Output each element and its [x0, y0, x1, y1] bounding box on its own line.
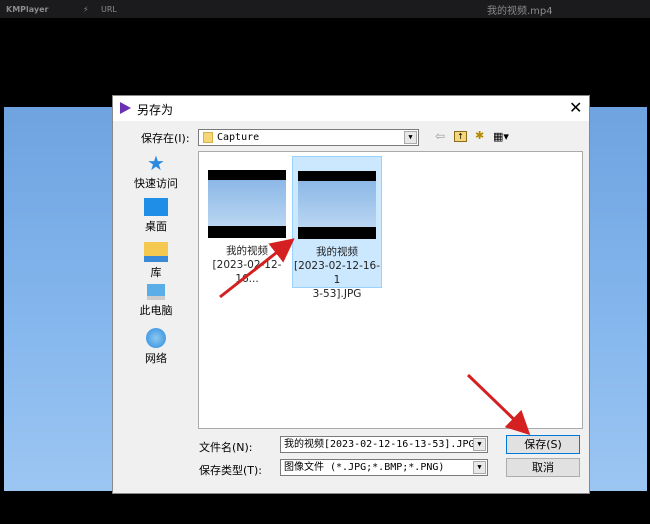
annotation-arrows	[219, 238, 531, 436]
arrow-to-save	[466, 373, 531, 436]
arrow-to-file	[219, 238, 295, 299]
